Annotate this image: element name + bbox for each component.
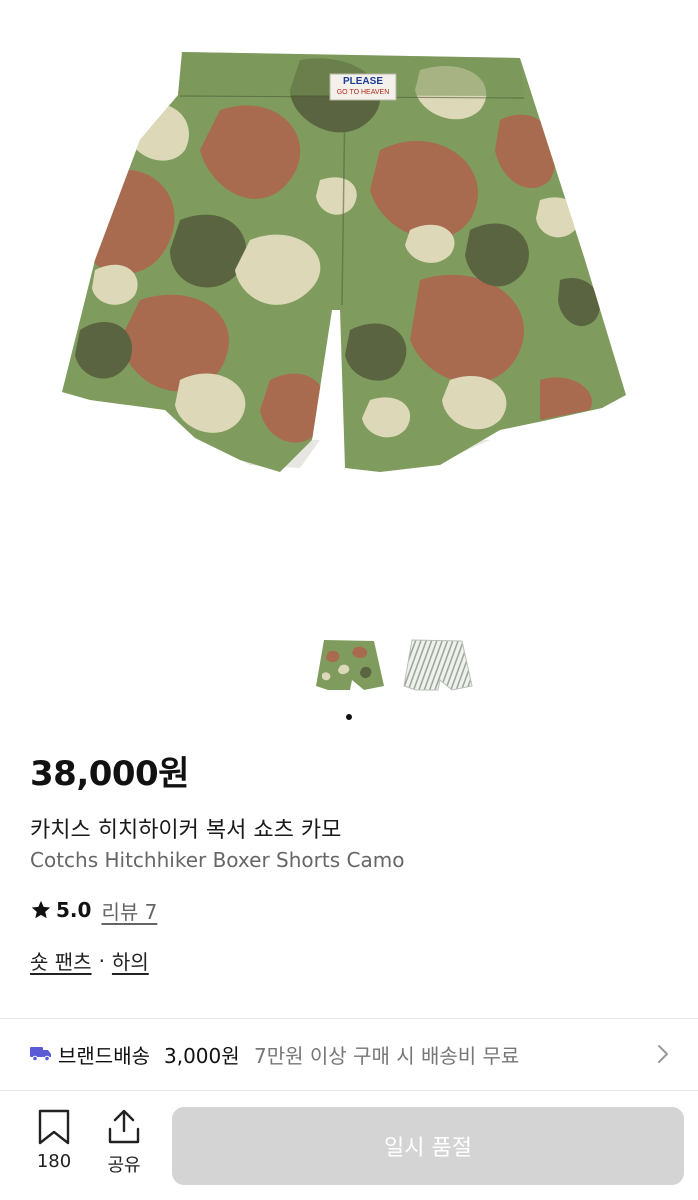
- truck-icon: [30, 1047, 51, 1062]
- rating-row: 5.0 리뷰 7: [30, 895, 157, 925]
- sold-out-button[interactable]: 일시 품절: [172, 1107, 684, 1185]
- share-icon: [108, 1109, 140, 1144]
- category-separator: ·: [98, 948, 105, 973]
- shipping-condition: 7만원 이상 구매 시 배송비 무료: [254, 1044, 520, 1068]
- bottom-action-bar: 180 공유 일시 품절: [0, 1091, 698, 1200]
- product-price: 38,000원: [30, 754, 189, 794]
- category-breadcrumb: 숏 팬츠 · 하의: [30, 946, 149, 975]
- product-name-korean: 카치스 히치하이커 복서 쇼츠 카모: [30, 818, 342, 843]
- bookmark-count: 180: [36, 1151, 72, 1172]
- brand-label: PLEASE GO TO HEAVEN: [330, 76, 396, 98]
- star-icon: [31, 900, 51, 919]
- shipping-info-row[interactable]: 브랜드배송 3,000원 7만원 이상 구매 시 배송비 무료: [0, 1019, 698, 1089]
- share-label: 공유: [107, 1155, 141, 1176]
- brand-label-line2: GO TO HEAVEN: [336, 89, 390, 96]
- review-link[interactable]: 리뷰 7: [101, 896, 157, 925]
- product-name-english: Cotchs Hitchhiker Boxer Shorts Camo: [30, 848, 405, 872]
- rating-value: 5.0: [56, 898, 92, 922]
- share-button[interactable]: 공유: [94, 1109, 154, 1177]
- thumbnail-strip: [0, 632, 698, 702]
- category-link-shorts[interactable]: 숏 팬츠: [30, 946, 92, 975]
- carousel-indicator-dot: [346, 714, 352, 720]
- brand-label-line1: PLEASE: [342, 76, 383, 87]
- shipping-label: 브랜드배송: [58, 1044, 150, 1068]
- chevron-right-icon: [658, 1045, 668, 1063]
- product-main-image[interactable]: PLEASE GO TO HEAVEN: [0, 0, 698, 620]
- bookmark-icon: [38, 1109, 70, 1145]
- thumbnail-striped[interactable]: [402, 632, 474, 696]
- category-link-bottoms[interactable]: 하의: [112, 946, 149, 975]
- thumbnail-camo[interactable]: [314, 632, 386, 696]
- bookmark-button[interactable]: 180: [24, 1109, 84, 1172]
- shipping-fee: 3,000원: [164, 1044, 240, 1068]
